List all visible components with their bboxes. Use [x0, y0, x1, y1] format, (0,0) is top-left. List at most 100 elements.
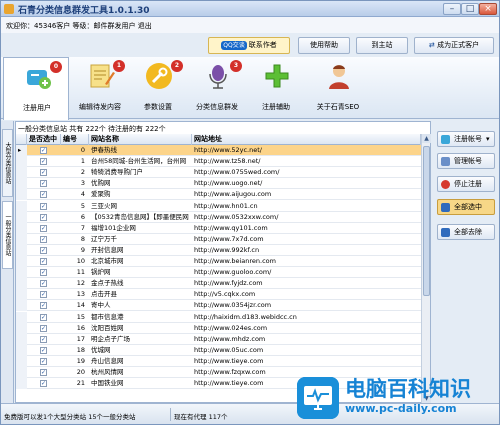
table-row[interactable]: ✓ 19 舟山信息网 http://www.tieye.com [16, 355, 421, 367]
row-number: 21 [76, 379, 85, 388]
table-row[interactable]: ✓ 15 都市信息港 http://haixidm.d183.webidcc.cn [16, 311, 421, 323]
row-site-name: 明企点子广场 [91, 334, 130, 343]
register-account-button[interactable]: 注册帐号 ▾ [437, 131, 495, 147]
manage-accounts-button[interactable]: 管理帐号 [437, 153, 495, 169]
close-button[interactable]: × [479, 3, 497, 15]
row-site-name: 辽宁万千 [91, 234, 117, 243]
table-row[interactable]: ✓ 18 优城网 http://www.05uc.com [16, 344, 421, 356]
table-row[interactable]: ✓ 12 金点子热线 http://www.fyjdz.com [16, 278, 421, 290]
row-number: 18 [76, 345, 85, 354]
header-site-name[interactable]: 网站名称 [89, 134, 192, 145]
grid-header: 是否选中 编号 网站名称 网站地址 [16, 134, 421, 145]
row-number: 19 [76, 356, 85, 365]
app-window: 石青分类信息群发工具1.0.1.30 – □ × 欢迎你：45346客户 等级：… [0, 0, 500, 425]
table-row[interactable]: ✓ 3 优购网 http://www.uogo.net/ [16, 178, 421, 190]
row-checkbox[interactable]: ✓ [40, 313, 47, 321]
row-site-name: 爱聚购 [91, 190, 111, 199]
row-checkbox[interactable]: ✓ [40, 324, 47, 332]
help-button[interactable]: 使用帮助 [298, 37, 350, 54]
row-checkbox[interactable]: ✓ [40, 302, 47, 310]
monitor-heartbeat-icon [297, 377, 339, 419]
app-icon [4, 4, 14, 14]
row-checkbox[interactable]: ✓ [40, 158, 47, 166]
table-row[interactable]: ✓ 6 【0532青岛信息网】【即墨便民网 http://www.0532xxw.co… [16, 211, 421, 223]
tab-general-sites[interactable]: 一般分类信息站 [2, 201, 13, 269]
table-row[interactable]: ✓ 7 福增101企业网 http://www.qy101.com [16, 222, 421, 234]
header-selected[interactable]: 是否选中 [27, 134, 61, 145]
minimize-button[interactable]: – [443, 3, 461, 15]
row-checkbox[interactable]: ✓ [40, 346, 47, 354]
row-checkbox[interactable]: ✓ [40, 147, 47, 154]
table-row[interactable]: ✓ 13 点击开县 http://v5.cqkx.com [16, 289, 421, 301]
user-info-text: 欢迎你：45346客户 等级：邮件群发用户 退出 [6, 22, 152, 30]
table-row[interactable]: ✓ 8 辽宁万千 http://www.7x7d.com [16, 233, 421, 245]
row-checkbox[interactable]: ✓ [40, 357, 47, 365]
row-site-name: 优城网 [91, 345, 111, 354]
row-checkbox[interactable]: ✓ [40, 246, 47, 254]
row-indicator [16, 311, 27, 323]
table-row[interactable]: ✓ 16 沈阳百姓网 http://www.024es.com [16, 322, 421, 334]
row-site-name: 台州58同城-台州生活网，台州网 [91, 157, 187, 166]
table-row[interactable]: ▸ ✓ 0 伊春热线 http://www.52yc.net/ [16, 145, 421, 157]
title-bar[interactable]: 石青分类信息群发工具1.0.1.30 – □ × [1, 1, 499, 17]
qq-chat-button[interactable]: QQ交谈 联系作者 [208, 37, 290, 54]
row-checkbox[interactable]: ✓ [40, 369, 47, 376]
row-checkbox[interactable]: ✓ [40, 169, 47, 177]
scroll-thumb[interactable] [423, 146, 430, 296]
clear-all-button[interactable]: 全部去除 [437, 224, 495, 240]
row-checkbox[interactable]: ✓ [40, 202, 47, 210]
tool-broadcast[interactable]: 3 分类信息群发 [184, 57, 250, 119]
tool-register-assist[interactable]: 注册辅助 [243, 57, 309, 119]
row-checkbox[interactable]: ✓ [40, 235, 47, 243]
toolbar-ribbon: 0 注册用户 1 编辑待发内容 2 参数设置 3 分类信息群发 注册辅助 关于石… [1, 57, 499, 120]
row-checkbox[interactable]: ✓ [40, 213, 47, 221]
table-row[interactable]: ✓ 2 犄犄消费导购门户 http://www.0755wed.com/ [16, 167, 421, 179]
table-row[interactable]: ✓ 11 锅炉网 http://www.guoloo.com/ [16, 267, 421, 279]
tool-register-user[interactable]: 0 注册用户 [3, 57, 69, 120]
row-checkbox[interactable]: ✓ [40, 291, 47, 299]
row-site-url: http://www.guoloo.com/ [194, 268, 272, 277]
manage-icon [441, 157, 450, 166]
row-checkbox[interactable]: ✓ [40, 269, 47, 277]
row-indicator [16, 189, 27, 201]
row-site-name: 伊春热线 [91, 146, 117, 154]
row-number: 20 [76, 368, 85, 376]
row-number: 7 [80, 223, 85, 232]
row-checkbox[interactable]: ✓ [40, 191, 47, 199]
row-checkbox[interactable]: ✓ [40, 180, 47, 188]
header-number[interactable]: 编号 [61, 134, 89, 145]
tab-large-sites[interactable]: 大型分类信息站 [2, 129, 13, 197]
row-number: 8 [80, 234, 85, 243]
vertical-scrollbar[interactable]: ▲ ▼ [421, 134, 431, 403]
row-site-name: 北京城市网 [91, 257, 124, 265]
row-site-url: http://www.0755wed.com/ [194, 168, 280, 177]
table-row[interactable]: ✓ 1 台州58同城-台州生活网，台州网 http://www.tz58.net/ [16, 156, 421, 168]
table-row[interactable]: ✓ 4 爱聚购 http://www.aijugou.com [16, 189, 421, 201]
stop-register-button[interactable]: 停止注册 [437, 176, 495, 192]
main-site-button[interactable]: 到主站 [356, 37, 408, 54]
upgrade-button[interactable]: ⇄ 成为正式客户 [414, 37, 494, 54]
row-site-url: http://haixidm.d183.webidcc.cn [194, 312, 297, 321]
select-all-label: 全部选中 [454, 203, 482, 211]
table-row[interactable]: ✓ 10 北京城市网 http://www.beianren.com [16, 256, 421, 268]
row-number: 4 [80, 190, 85, 199]
tool-settings[interactable]: 2 参数设置 [125, 57, 191, 119]
row-checkbox[interactable]: ✓ [40, 258, 47, 265]
row-checkbox[interactable]: ✓ [40, 335, 47, 343]
table-row[interactable]: ✓ 5 三亚火网 http://www.hn01.cn [16, 200, 421, 212]
header-site-url[interactable]: 网站地址 [192, 134, 421, 145]
row-site-url: http://www.beianren.com [194, 257, 276, 265]
row-indicator: ▸ [16, 145, 27, 156]
table-row[interactable]: ✓ 14 寄中人 http://www.0354jzr.com [16, 300, 421, 312]
table-row[interactable]: ✓ 9 开封信息网 http://www.992kf.cn [16, 244, 421, 256]
tool-about[interactable]: 关于石青SEO [305, 57, 371, 119]
row-checkbox[interactable]: ✓ [40, 280, 47, 288]
scroll-up-icon[interactable]: ▲ [422, 134, 431, 143]
row-checkbox[interactable]: ✓ [40, 380, 47, 388]
maximize-button[interactable]: □ [461, 3, 479, 15]
table-row[interactable]: ✓ 17 明企点子广场 http://www.mhdz.com [16, 333, 421, 345]
row-checkbox[interactable]: ✓ [40, 224, 47, 232]
row-site-url: http://www.0354jzr.com [194, 301, 272, 310]
select-all-button[interactable]: 全部选中 [437, 199, 495, 215]
tool-edit-content[interactable]: 1 编辑待发内容 [67, 57, 133, 119]
